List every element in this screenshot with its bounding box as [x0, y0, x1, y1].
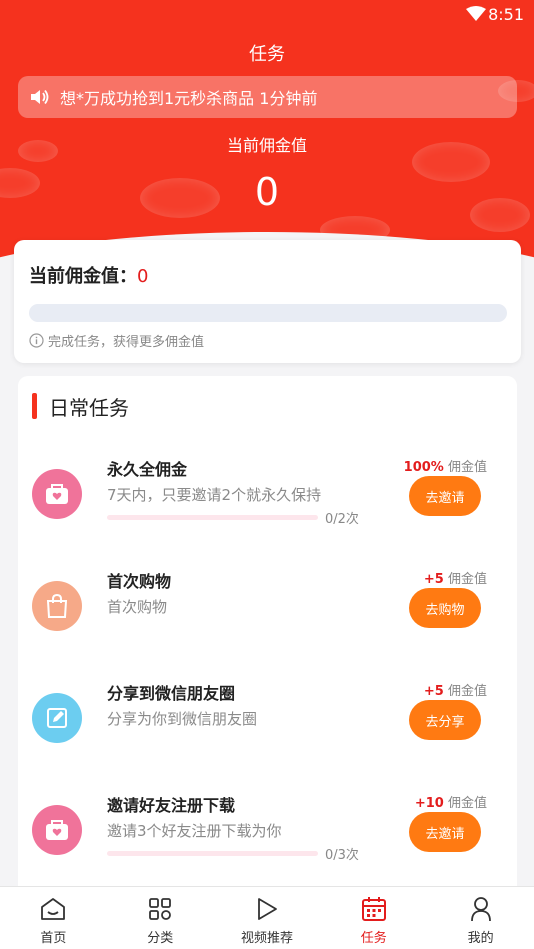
task-item: 首次购物 首次购物 +5 佣金值 去购物	[18, 572, 517, 691]
tab-label: 首页	[40, 931, 67, 946]
bottom-tab-bar: 首页 分类 视频推荐 任务 我的	[0, 886, 534, 949]
tab-home[interactable]: 首页	[0, 887, 107, 949]
shopping-bag-icon	[32, 581, 82, 631]
commission-progress-card: 当前佣金值：0 完成任务，获得更多佣金值	[14, 240, 521, 363]
play-icon	[256, 895, 278, 923]
card-commission-label: 当前佣金值：0	[29, 266, 149, 287]
tab-label: 分类	[147, 931, 174, 946]
task-reward: +5 佣金值	[423, 684, 487, 699]
task-reward: +10 佣金值	[414, 796, 487, 811]
heart-bag-icon	[32, 469, 82, 519]
tab-video[interactable]: 视频推荐	[214, 887, 321, 949]
commission-value: 0	[254, 170, 280, 214]
commission-hint: 完成任务，获得更多佣金值	[29, 331, 204, 350]
tab-category[interactable]: 分类	[107, 887, 214, 949]
commission-label: 当前佣金值	[226, 136, 307, 155]
daily-tasks-header: 日常任务	[32, 392, 129, 420]
task-name: 分享到微信朋友圈	[107, 684, 236, 703]
status-time: 8:51	[488, 5, 524, 24]
notice-banner[interactable]: 想*万成功抢到1元秒杀商品 1分钟前	[18, 76, 517, 118]
tab-profile[interactable]: 我的	[427, 887, 534, 949]
task-item: 分享到微信朋友圈 分享为你到微信朋友圈 +5 佣金值 去分享	[18, 684, 517, 803]
share-button[interactable]: 去分享	[409, 700, 481, 740]
tab-tasks[interactable]: 任务	[320, 887, 427, 949]
invite-button[interactable]: 去邀请	[409, 476, 481, 516]
task-progress-bar	[107, 515, 318, 520]
speaker-icon	[30, 88, 50, 106]
wifi-icon	[466, 6, 486, 26]
page-title: 任务	[249, 44, 285, 65]
card-commission-value: 0	[137, 266, 149, 287]
user-icon	[470, 895, 492, 923]
daily-tasks-card: 日常任务 永久全佣金 7天内，只要邀请2个就永久保持 0/2次 100% 佣金值…	[18, 376, 517, 896]
task-reward: 100% 佣金值	[403, 460, 487, 475]
task-progress-bar	[107, 851, 318, 856]
info-icon	[29, 333, 44, 348]
commission-progress-bar	[29, 304, 507, 322]
share-edit-icon	[32, 693, 82, 743]
task-item: 永久全佣金 7天内，只要邀请2个就永久保持 0/2次 100% 佣金值 去邀请	[18, 460, 517, 579]
task-name: 首次购物	[107, 572, 172, 591]
task-progress-count: 0/2次	[325, 512, 359, 527]
task-description: 邀请3个好友注册下载为你	[107, 822, 282, 840]
task-name: 永久全佣金	[107, 460, 188, 479]
shop-button[interactable]: 去购物	[409, 588, 481, 628]
task-description: 首次购物	[107, 598, 168, 616]
task-progress-count: 0/3次	[325, 848, 359, 863]
task-reward: +5 佣金值	[423, 572, 487, 587]
home-icon	[40, 895, 66, 923]
notice-text: 想*万成功抢到1元秒杀商品 1分钟前	[60, 89, 318, 108]
tab-label: 视频推荐	[240, 931, 293, 946]
tab-label: 任务	[360, 931, 387, 946]
task-description: 7天内，只要邀请2个就永久保持	[107, 486, 322, 504]
task-description: 分享为你到微信朋友圈	[107, 710, 258, 728]
task-name: 邀请好友注册下载	[107, 796, 236, 815]
invite-button[interactable]: 去邀请	[409, 812, 481, 852]
status-bar: 8:51	[0, 0, 534, 30]
heart-bag-icon	[32, 805, 82, 855]
daily-tasks-title: 日常任务	[49, 395, 129, 420]
calendar-icon	[361, 895, 387, 923]
tab-label: 我的	[467, 931, 494, 946]
category-icon	[148, 895, 172, 923]
